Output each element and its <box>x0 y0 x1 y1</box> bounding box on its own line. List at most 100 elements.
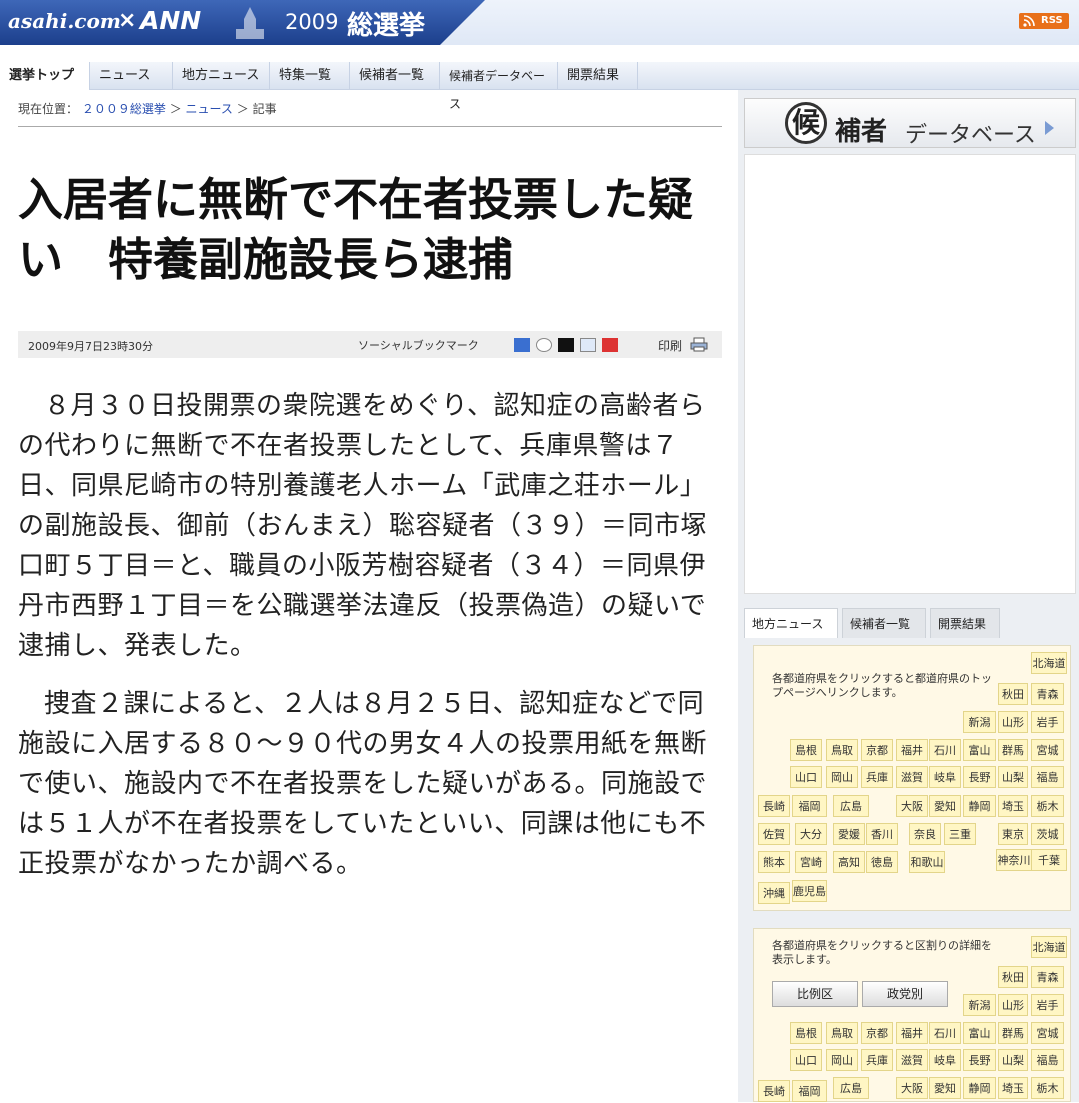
prefecture-button[interactable]: 千葉 <box>1031 849 1067 871</box>
prefecture-button[interactable]: 岐阜 <box>929 1049 961 1071</box>
prefecture-button[interactable]: 新潟 <box>963 994 996 1016</box>
prefecture-button[interactable]: 山口 <box>790 766 822 788</box>
prefecture-button[interactable]: 新潟 <box>963 711 996 733</box>
prefecture-button[interactable]: 埼玉 <box>998 795 1028 817</box>
proportional-button[interactable]: 比例区 <box>772 981 858 1007</box>
tab-local-news[interactable]: 地方ニュース <box>744 608 838 638</box>
prefecture-button[interactable]: 愛知 <box>929 1077 961 1099</box>
nav-election-top[interactable]: 選挙トップ <box>0 62 90 90</box>
nav-candidates[interactable]: 候補者一覧 <box>350 62 440 90</box>
prefecture-button[interactable]: 秋田 <box>998 683 1028 705</box>
tab-candidates[interactable]: 候補者一覧 <box>842 608 926 638</box>
nav-local-news[interactable]: 地方ニュース <box>173 62 270 90</box>
prefecture-button[interactable]: 青森 <box>1031 966 1064 988</box>
prefecture-button[interactable]: 宮城 <box>1031 739 1064 761</box>
banner-logo-area[interactable]: asahi.com × ANN 2009 総選挙 <box>0 0 485 45</box>
prefecture-button[interactable]: 東京 <box>998 823 1028 845</box>
prefecture-button[interactable]: 滋賀 <box>896 766 928 788</box>
prefecture-button[interactable]: 佐賀 <box>758 823 790 845</box>
prefecture-button[interactable]: 山梨 <box>998 1049 1028 1071</box>
buzzurl-icon[interactable] <box>580 338 596 352</box>
prefecture-button[interactable]: 香川 <box>866 823 898 845</box>
delicious-icon[interactable] <box>558 338 574 352</box>
prefecture-button[interactable]: 鹿児島 <box>792 880 827 902</box>
prefecture-button[interactable]: 北海道 <box>1031 936 1067 958</box>
prefecture-button[interactable]: 神奈川 <box>996 849 1032 871</box>
rss-button[interactable]: RSS <box>1019 13 1069 29</box>
prefecture-button[interactable]: 栃木 <box>1031 795 1064 817</box>
prefecture-button[interactable]: 石川 <box>929 1022 961 1044</box>
prefecture-button[interactable]: 山梨 <box>998 766 1028 788</box>
prefecture-button[interactable]: 奈良 <box>909 823 941 845</box>
asahi-logo[interactable]: asahi.com <box>8 9 121 33</box>
prefecture-button[interactable]: 和歌山 <box>909 851 945 873</box>
prefecture-button[interactable]: 大阪 <box>896 1077 928 1099</box>
prefecture-button[interactable]: 大分 <box>795 823 827 845</box>
hatena-bookmark-icon[interactable] <box>514 338 530 352</box>
prefecture-button[interactable]: 愛媛 <box>833 823 865 845</box>
prefecture-button[interactable]: 山口 <box>790 1049 822 1071</box>
prefecture-button[interactable]: 北海道 <box>1031 652 1067 674</box>
prefecture-button[interactable]: 長崎 <box>758 795 790 817</box>
prefecture-button[interactable]: 島根 <box>790 1022 822 1044</box>
prefecture-button[interactable]: 群馬 <box>998 1022 1028 1044</box>
nav-results[interactable]: 開票結果 <box>558 62 638 90</box>
prefecture-button[interactable]: 島根 <box>790 739 822 761</box>
nav-news[interactable]: ニュース <box>90 62 173 90</box>
prefecture-button[interactable]: 岡山 <box>826 1049 858 1071</box>
prefecture-button[interactable]: 群馬 <box>998 739 1028 761</box>
prefecture-button[interactable]: 鳥取 <box>826 739 858 761</box>
prefecture-button[interactable]: 長野 <box>963 1049 996 1071</box>
nav-features[interactable]: 特集一覧 <box>270 62 350 90</box>
prefecture-button[interactable]: 岐阜 <box>929 766 961 788</box>
prefecture-button[interactable]: 静岡 <box>963 1077 996 1099</box>
prefecture-button[interactable]: 福島 <box>1031 766 1064 788</box>
prefecture-button[interactable]: 石川 <box>929 739 961 761</box>
prefecture-button[interactable]: 広島 <box>833 795 869 817</box>
prefecture-button[interactable]: 京都 <box>861 739 893 761</box>
prefecture-button[interactable]: 愛知 <box>929 795 961 817</box>
prefecture-button[interactable]: 長野 <box>963 766 996 788</box>
breadcrumb-election[interactable]: ２００９総選挙 <box>82 102 166 116</box>
prefecture-button[interactable]: 高知 <box>833 851 865 873</box>
prefecture-button[interactable]: 大阪 <box>896 795 928 817</box>
printer-icon[interactable] <box>690 337 708 352</box>
prefecture-button[interactable]: 沖縄 <box>758 882 790 904</box>
prefecture-button[interactable]: 茨城 <box>1031 823 1064 845</box>
prefecture-button[interactable]: 広島 <box>833 1077 869 1099</box>
prefecture-button[interactable]: 栃木 <box>1031 1077 1064 1099</box>
prefecture-button[interactable]: 岡山 <box>826 766 858 788</box>
prefecture-button[interactable]: 福島 <box>1031 1049 1064 1071</box>
prefecture-button[interactable]: 滋賀 <box>896 1049 928 1071</box>
tab-results[interactable]: 開票結果 <box>930 608 1000 638</box>
party-button[interactable]: 政党別 <box>862 981 948 1007</box>
prefecture-button[interactable]: 山形 <box>998 994 1028 1016</box>
prefecture-button[interactable]: 秋田 <box>998 966 1028 988</box>
breadcrumb-news[interactable]: ニュース <box>186 102 233 116</box>
prefecture-button[interactable]: 宮崎 <box>795 851 827 873</box>
nav-candidate-db[interactable]: 候補者データベース <box>440 62 558 111</box>
prefecture-button[interactable]: 福岡 <box>792 1080 827 1102</box>
prefecture-button[interactable]: 富山 <box>963 1022 996 1044</box>
prefecture-button[interactable]: 三重 <box>944 823 976 845</box>
yahoo-bookmark-icon[interactable] <box>602 338 618 352</box>
livedoor-clip-icon[interactable] <box>536 338 552 352</box>
prefecture-button[interactable]: 福井 <box>896 1022 928 1044</box>
prefecture-button[interactable]: 岩手 <box>1031 711 1064 733</box>
prefecture-button[interactable]: 鳥取 <box>826 1022 858 1044</box>
prefecture-button[interactable]: 埼玉 <box>998 1077 1028 1099</box>
prefecture-button[interactable]: 兵庫 <box>861 1049 893 1071</box>
prefecture-button[interactable]: 山形 <box>998 711 1028 733</box>
ann-logo[interactable]: ANN <box>140 6 201 35</box>
prefecture-button[interactable]: 宮城 <box>1031 1022 1064 1044</box>
prefecture-button[interactable]: 青森 <box>1031 683 1064 705</box>
prefecture-button[interactable]: 兵庫 <box>861 766 893 788</box>
prefecture-button[interactable]: 長崎 <box>758 1080 790 1102</box>
prefecture-button[interactable]: 京都 <box>861 1022 893 1044</box>
prefecture-button[interactable]: 福井 <box>896 739 928 761</box>
prefecture-button[interactable]: 岩手 <box>1031 994 1064 1016</box>
prefecture-button[interactable]: 静岡 <box>963 795 996 817</box>
prefecture-button[interactable]: 熊本 <box>758 851 790 873</box>
print-link[interactable]: 印刷 <box>658 337 682 354</box>
prefecture-button[interactable]: 富山 <box>963 739 996 761</box>
